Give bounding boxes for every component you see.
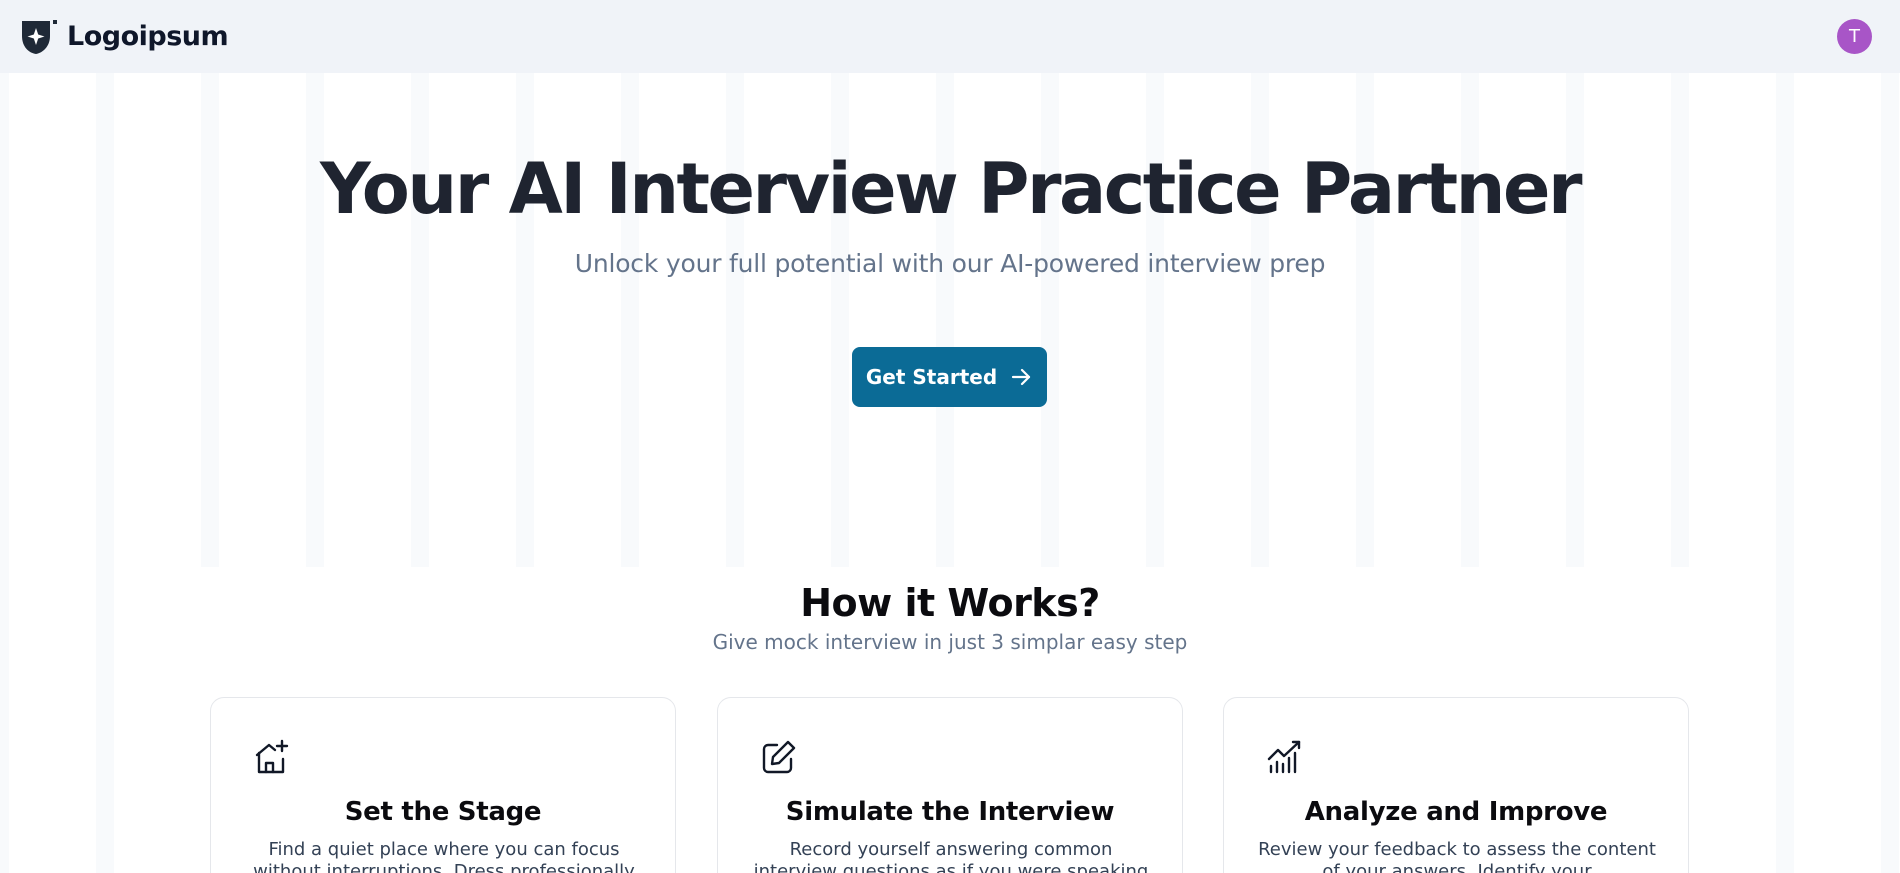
chart-trend-icon: [1267, 740, 1301, 774]
get-started-label: Get Started: [865, 365, 998, 389]
top-navbar: Logoipsum T: [0, 0, 1900, 73]
arrow-right-icon: [1012, 368, 1031, 386]
user-avatar[interactable]: T: [1837, 19, 1872, 54]
step-card-simulate-interview: Simulate the Interview Record yourself a…: [717, 697, 1183, 873]
house-plus-icon: [255, 739, 289, 774]
step-card-description: Record yourself answering common intervi…: [753, 839, 1149, 873]
hero-subtitle: Unlock your full potential with our AI-p…: [574, 249, 1326, 278]
step-card-title: Simulate the Interview: [785, 797, 1115, 827]
step-card-title: Set the Stage: [344, 797, 542, 827]
step-card-analyze-improve: Analyze and Improve Review your feedback…: [1223, 697, 1689, 873]
step-card-set-the-stage: Set the Stage Find a quiet place where y…: [210, 697, 676, 873]
logo[interactable]: Logoipsum: [20, 18, 229, 56]
pencil-square-icon: [762, 740, 796, 774]
logo-text: Logoipsum: [67, 21, 229, 52]
hero-title: Your AI Interview Practice Partner: [320, 148, 1582, 230]
get-started-button[interactable]: Get Started: [852, 347, 1047, 407]
step-card-description: Find a quiet place where you can focus w…: [253, 839, 635, 873]
how-it-works-subtitle: Give mock interview in just 3 simplar ea…: [712, 630, 1188, 654]
how-it-works-title: How it Works?: [800, 581, 1100, 625]
step-card-description: Review your feedback to assess the conte…: [1258, 839, 1656, 873]
step-card-title: Analyze and Improve: [1304, 797, 1608, 827]
logo-icon: [22, 19, 57, 54]
hero-section: Your AI Interview Practice Partner Unloc…: [0, 73, 1900, 567]
